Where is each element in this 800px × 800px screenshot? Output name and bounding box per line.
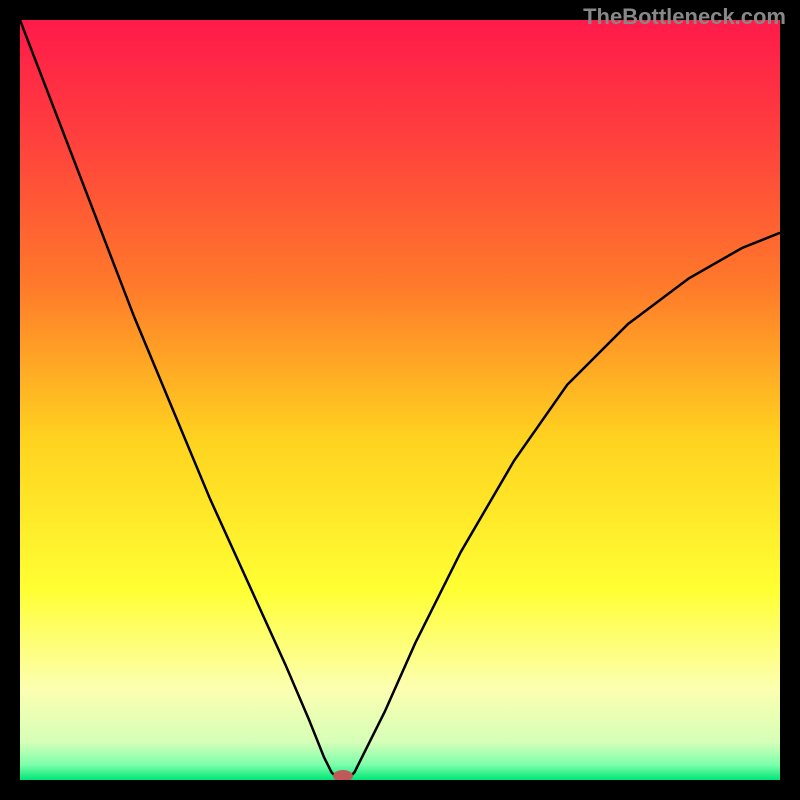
chart-plot-area: [20, 20, 780, 780]
chart-background: [20, 20, 780, 780]
chart-svg: [20, 20, 780, 780]
watermark-text: TheBottleneck.com: [583, 4, 786, 30]
